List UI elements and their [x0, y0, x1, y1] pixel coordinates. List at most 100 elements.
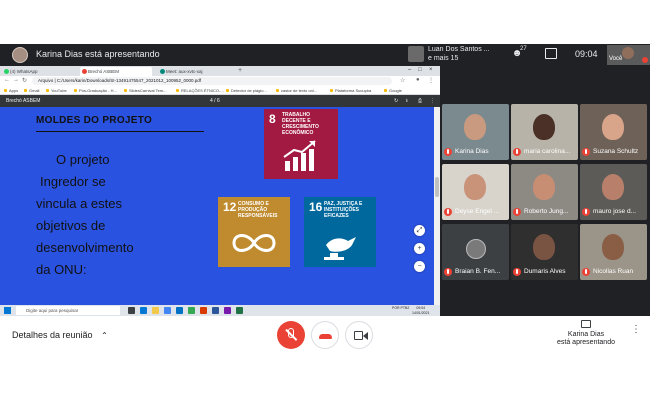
sdg-title: TRABALHO DECENTE E CRESCIMENTO ECONÔMICO	[282, 112, 319, 136]
details-label: Detalhes da reunião	[12, 330, 93, 340]
mic-off-icon	[444, 148, 452, 156]
participant-name: Nicollas Ruan	[593, 268, 634, 275]
camera-toggle-button[interactable]	[345, 321, 373, 349]
participant-tile[interactable]: Nicollas Ruan	[580, 224, 647, 280]
edge-icon[interactable]	[140, 307, 147, 314]
sdg-title: PAZ, JUSTIÇA E INSTITUIÇÕES EFICAZES	[324, 201, 363, 219]
close-icon[interactable]: ×	[429, 67, 433, 73]
participant-name: Roberto Jung...	[524, 208, 569, 215]
bookmark-item[interactable]: Plataforma Sucupira	[330, 87, 371, 94]
taskbar-search-input[interactable]: Digite aqui para pesquisar	[16, 306, 120, 315]
participant-tile[interactable]: Braian B. Fen...	[442, 224, 509, 280]
menu-icon[interactable]: ⋮	[428, 77, 434, 84]
zoom-in-button[interactable]: +	[414, 243, 425, 254]
maximize-icon[interactable]: □	[418, 67, 422, 73]
leave-call-button[interactable]	[311, 321, 339, 349]
pdf-more-icon[interactable]: ⋮	[430, 97, 435, 105]
meeting-details-button[interactable]: Detalhes da reunião ⌃	[12, 330, 108, 340]
self-label: Você	[609, 56, 623, 62]
rotate-icon[interactable]: ↻	[394, 97, 398, 105]
sdg-8-card: 8 TRABALHO DECENTE E CRESCIMENTO ECONÔMI…	[264, 109, 338, 179]
participant-tile[interactable]: Dumaris Alves	[511, 224, 578, 280]
participant-face	[602, 114, 624, 140]
present-screen-icon[interactable]	[581, 320, 591, 328]
chevron-up-icon: ⌃	[101, 331, 108, 340]
participant-tile[interactable]: Roberto Jung...	[511, 164, 578, 220]
mic-off-icon	[582, 208, 590, 216]
bookmark-item[interactable]: Pós-Graduação - H...	[74, 87, 117, 94]
word-icon[interactable]	[212, 307, 219, 314]
presenting-status[interactable]: Karina Dias está apresentando	[556, 331, 616, 347]
dove-gavel-icon	[324, 237, 356, 260]
bookmark-item[interactable]: YouTube	[46, 87, 67, 94]
zoom-out-button[interactable]: −	[414, 261, 425, 272]
url-input[interactable]: Arquivo | C:/Users/karin/Downloads/SI-13…	[32, 77, 392, 85]
slide-line: objetivos de	[36, 218, 106, 233]
meet-window: Karina Dias está apresentando Luan Dos S…	[0, 0, 650, 400]
chat-icon[interactable]	[545, 48, 557, 59]
reload-icon[interactable]: ↻	[22, 77, 27, 84]
participant-tile[interactable]: Karina Dias	[442, 104, 509, 160]
participant-tile[interactable]: mauro jose d...	[580, 164, 647, 220]
tab-label: (4) WhatsApp	[10, 69, 38, 74]
star-icon[interactable]: ☆	[400, 77, 405, 84]
self-view-tile[interactable]: Você	[607, 45, 650, 65]
slide-page: MOLDES DO PROJETO O projeto Ingredor se …	[0, 107, 434, 305]
others-thumbnail[interactable]	[408, 46, 424, 62]
browser-tab-whatsapp[interactable]: (4) WhatsApp	[2, 67, 72, 76]
browser-tab-bar: (4) WhatsApp Brechó ASBEM Meet: aux-xvtc…	[0, 66, 440, 76]
infinity-icon	[232, 234, 276, 252]
others-label[interactable]: Luan Dos Santos ... e mais 15	[428, 45, 489, 63]
mic-off-icon	[582, 268, 590, 276]
download-icon[interactable]: ⭳	[406, 97, 408, 105]
pdf-icon	[82, 69, 87, 74]
bookmark-item[interactable]: SlidesCarnival Tem...	[124, 87, 167, 94]
bookmark-item[interactable]: Gmail	[24, 87, 39, 94]
browser-tab-brecho[interactable]: Brechó ASBEM	[80, 67, 152, 76]
participant-tile[interactable]: Deyse Engel ...	[442, 164, 509, 220]
participant-face	[602, 174, 624, 200]
windows-start-icon[interactable]	[4, 307, 11, 314]
participant-avatar	[466, 239, 486, 259]
sdg-12-card: 12 CONSUMO E PRODUÇÃO RESPONSÁVEIS	[218, 197, 290, 267]
scroll-thumb[interactable]	[435, 177, 439, 197]
participant-face	[602, 234, 624, 260]
new-tab-button[interactable]: +	[238, 67, 242, 75]
office-icon[interactable]	[200, 307, 207, 314]
participant-name: Dumaris Alves	[524, 268, 566, 275]
heading-rule	[36, 131, 204, 132]
bookmark-item[interactable]: Apps	[4, 87, 18, 94]
slide-line: vincula a estes	[36, 196, 122, 211]
participant-face	[464, 174, 486, 200]
bookmark-item[interactable]: RELAÇÕES ÉTNICO-...	[176, 87, 224, 94]
store-icon[interactable]	[164, 307, 171, 314]
forward-icon[interactable]: →	[13, 77, 19, 83]
mic-toggle-button[interactable]	[277, 321, 305, 349]
slide-line: da ONU:	[36, 262, 87, 277]
folder-icon[interactable]	[152, 307, 159, 314]
chrome-icon[interactable]	[188, 307, 195, 314]
meet-bottom-bar: Detalhes da reunião ⌃ Karina Dias está a…	[0, 316, 650, 356]
more-options-icon[interactable]: ⋮	[631, 325, 641, 335]
profile-icon[interactable]: ●	[416, 77, 420, 83]
mail-icon[interactable]	[176, 307, 183, 314]
browser-tab-meet[interactable]: Meet: aux-xvtc-xaj	[158, 67, 234, 76]
app-icon[interactable]	[224, 307, 231, 314]
participant-tile[interactable]: maria carolina...	[511, 104, 578, 160]
bookmark-item[interactable]: castor de texto onl...	[276, 87, 317, 94]
participant-tile[interactable]: Suzana Schultz	[580, 104, 647, 160]
back-icon[interactable]: ←	[4, 77, 10, 83]
task-view-icon[interactable]	[128, 307, 135, 314]
whatsapp-icon	[4, 69, 9, 74]
print-icon[interactable]: ⎙	[418, 97, 422, 105]
slide-heading: MOLDES DO PROJETO	[36, 115, 153, 126]
pdf-toolbar: Brechó ASBEM 4 / 6 ↻ ⭳ ⎙ ⋮	[0, 95, 440, 107]
bookmark-item[interactable]: Detector de plágio...	[226, 87, 267, 94]
input-language[interactable]: POR PTB2	[392, 306, 409, 310]
excel-icon[interactable]	[236, 307, 243, 314]
camera-lens	[363, 332, 368, 340]
minimize-icon[interactable]: –	[408, 67, 411, 73]
bookmark-item[interactable]: Google	[384, 87, 402, 94]
fit-page-button[interactable]: ⤢	[414, 225, 425, 236]
pdf-page-indicator[interactable]: 4 / 6	[210, 97, 220, 105]
